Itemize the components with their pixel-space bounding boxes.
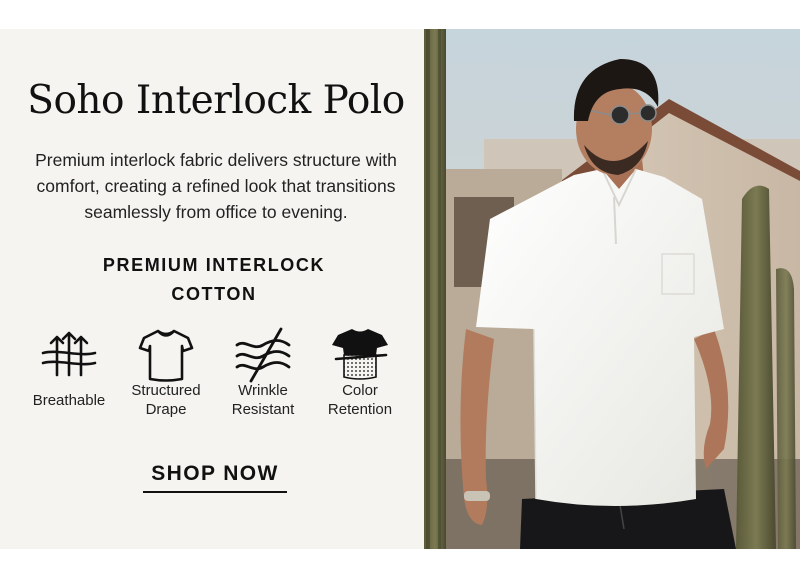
feature-label: Breathable — [32, 392, 106, 409]
product-photo — [424, 29, 800, 549]
tshirt-outline-icon — [138, 329, 194, 382]
feature-list: Breathable Structured Drape Wrinkle Resi… — [20, 325, 410, 435]
feature-label: Wrinkle Resistant — [231, 382, 295, 418]
promo-banner: Soho Interlock Polo Premium interlock fa… — [0, 29, 800, 549]
breathable-arrows-icon — [41, 331, 97, 377]
product-title: Soho Interlock Polo — [27, 78, 405, 123]
shop-now-button[interactable]: SHOP NOW — [143, 459, 287, 493]
product-info-panel: Soho Interlock Polo Premium interlock fa… — [0, 29, 424, 549]
feature-label: Structured Drape — [131, 382, 201, 418]
wrinkle-resistant-waves-icon — [235, 327, 291, 383]
fabric-subheading: PREMIUM INTERLOCK COTTON — [102, 255, 326, 304]
product-description: Premium interlock fabric delivers struct… — [35, 150, 397, 222]
feature-label: Color Retention — [327, 382, 393, 418]
model-wearing-polo-image — [424, 29, 800, 549]
color-retention-tshirt-icon — [332, 329, 388, 380]
